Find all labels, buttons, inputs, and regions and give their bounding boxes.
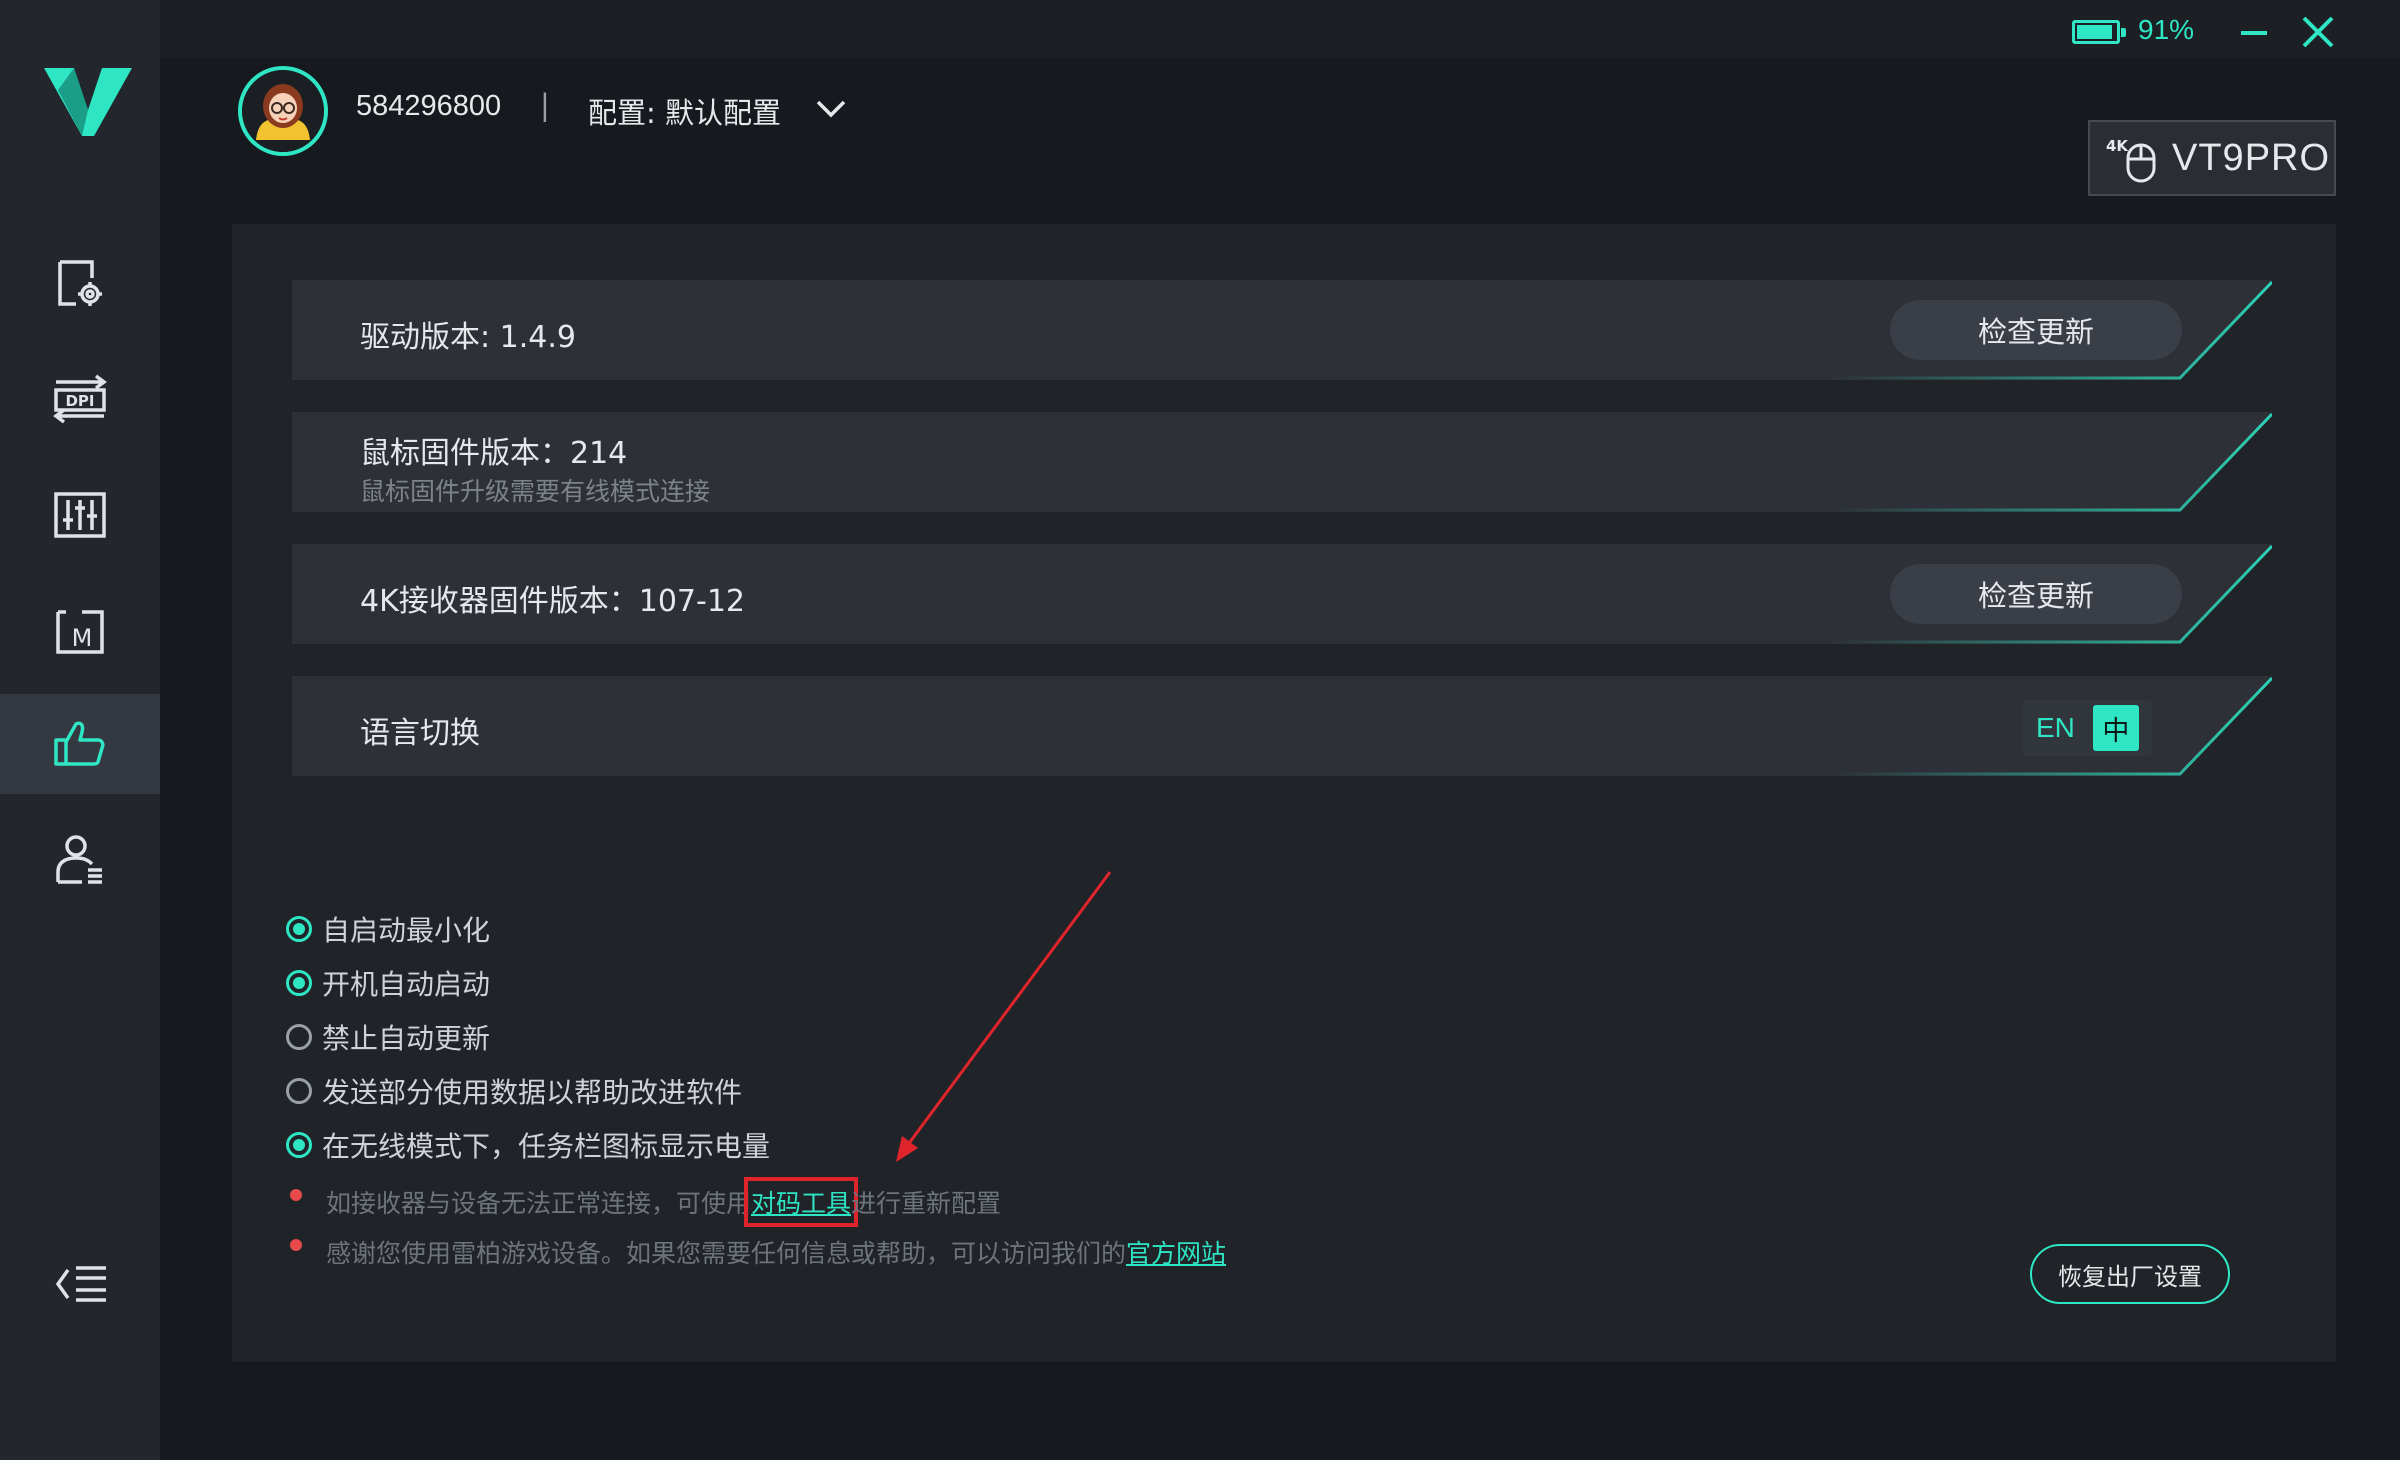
header-separator: |: [540, 88, 550, 122]
title-bar: [160, 0, 2400, 58]
radio-button[interactable]: [286, 916, 312, 942]
collapse-menu-icon[interactable]: [54, 1262, 110, 1306]
pairing-note: 如接收器与设备无法正常连接，可使用 对码工具 进行重新配置: [290, 1177, 1002, 1227]
macro-icon-label: M: [72, 624, 93, 652]
dpi-icon: DPI: [53, 374, 107, 424]
bullet-dot: [290, 1239, 302, 1251]
pairing-tool-link[interactable]: 对码工具: [744, 1177, 859, 1227]
sidebar-item-sliders[interactable]: [0, 464, 160, 564]
language-label: 语言切换: [360, 716, 480, 751]
device-badge-prefix: 4K: [2106, 137, 2129, 155]
sidebar: DPI M: [0, 0, 160, 1460]
battery-percentage: 91%: [2138, 14, 2195, 45]
receiver-firmware-row: 4K接收器固件版本：107-12 检查更新: [292, 544, 2272, 644]
user-list-icon: [56, 835, 102, 884]
factory-reset-button[interactable]: 恢复出厂设置: [2030, 1244, 2230, 1304]
language-option-en[interactable]: EN: [2036, 712, 2075, 744]
chevron-down-icon[interactable]: [814, 96, 848, 120]
bullet-dot: [290, 1189, 302, 1201]
mouse-firmware-hint: 鼠标固件升级需要有线模式连接: [360, 477, 711, 506]
sidebar-item-screen-settings[interactable]: [0, 234, 160, 334]
option-label: 在无线模式下，任务栏图标显示电量: [322, 1130, 771, 1163]
official-website-link[interactable]: 官方网站: [1126, 1234, 1226, 1270]
battery-icon: [2072, 20, 2126, 44]
option-start-minimized[interactable]: 自启动最小化: [286, 909, 490, 949]
battery-level-fill: [2077, 25, 2112, 39]
minimize-icon: [2241, 31, 2267, 35]
brand-logo: [44, 68, 132, 136]
option-disable-auto-update[interactable]: 禁止自动更新: [286, 1017, 490, 1057]
row-background: [292, 676, 2272, 776]
thanks-note-text: 感谢您使用雷柏游戏设备。如果您需要任何信息或帮助，可以访问我们的: [326, 1239, 1127, 1268]
close-icon: [2302, 16, 2334, 48]
wireless-mouse-icon: 4K: [2106, 137, 2156, 183]
thanks-note: 感谢您使用雷柏游戏设备。如果您需要任何信息或帮助，可以访问我们的 官方网站: [290, 1232, 1226, 1272]
language-option-zh[interactable]: 中: [2092, 705, 2139, 751]
radio-button[interactable]: [286, 1078, 312, 1104]
option-tray-battery[interactable]: 在无线模式下，任务栏图标显示电量: [286, 1125, 770, 1165]
config-selector-label[interactable]: 配置: 默认配置: [588, 90, 781, 132]
device-badge[interactable]: 4K VT9PRO: [2088, 120, 2336, 196]
sidebar-item-dpi[interactable]: DPI: [0, 348, 160, 448]
option-send-usage-data[interactable]: 发送部分使用数据以帮助改进软件: [286, 1071, 742, 1111]
screen-settings-icon: [58, 260, 102, 306]
sliders-icon: [54, 492, 106, 538]
radio-button[interactable]: [286, 970, 312, 996]
macro-icon: M: [56, 610, 104, 654]
device-model: VT9PRO: [2172, 136, 2331, 179]
dpi-icon-label: DPI: [65, 392, 94, 410]
receiver-firmware-label: 4K接收器固件版本：107-12: [360, 584, 746, 619]
mouse-firmware-row: 鼠标固件版本：214 鼠标固件升级需要有线模式连接: [292, 412, 2272, 512]
user-id: 584296800: [356, 90, 502, 122]
radio-button[interactable]: [286, 1132, 312, 1158]
language-toggle[interactable]: EN 中: [2022, 700, 2152, 756]
avatar-icon: [242, 70, 324, 152]
sidebar-item-macro[interactable]: M: [0, 580, 160, 680]
sidebar-item-thumbs-up[interactable]: [0, 694, 160, 794]
thumbs-up-icon: [54, 721, 105, 766]
driver-version-label: 驱动版本: 1.4.9: [360, 320, 576, 355]
pairing-note-text: 如接收器与设备无法正常连接，可使用: [326, 1189, 752, 1218]
option-label: 禁止自动更新: [322, 1022, 491, 1055]
mouse-firmware-label: 鼠标固件版本：214: [360, 436, 628, 471]
check-driver-update-button[interactable]: 检查更新: [1890, 300, 2182, 360]
option-label: 发送部分使用数据以帮助改进软件: [322, 1076, 743, 1109]
pairing-note-text-end: 进行重新配置: [851, 1189, 1002, 1218]
minimize-button[interactable]: [2236, 14, 2272, 50]
avatar[interactable]: [238, 66, 328, 156]
driver-version-row: 驱动版本: 1.4.9 检查更新: [292, 280, 2272, 380]
option-launch-on-boot[interactable]: 开机自动启动: [286, 963, 490, 1003]
check-receiver-update-button[interactable]: 检查更新: [1890, 564, 2182, 624]
close-button[interactable]: [2300, 14, 2336, 50]
radio-button[interactable]: [286, 1024, 312, 1050]
sidebar-item-user[interactable]: [0, 810, 160, 910]
option-label: 开机自动启动: [322, 968, 491, 1001]
language-row: 语言切换 EN 中: [292, 676, 2272, 776]
option-label: 自启动最小化: [322, 914, 491, 947]
